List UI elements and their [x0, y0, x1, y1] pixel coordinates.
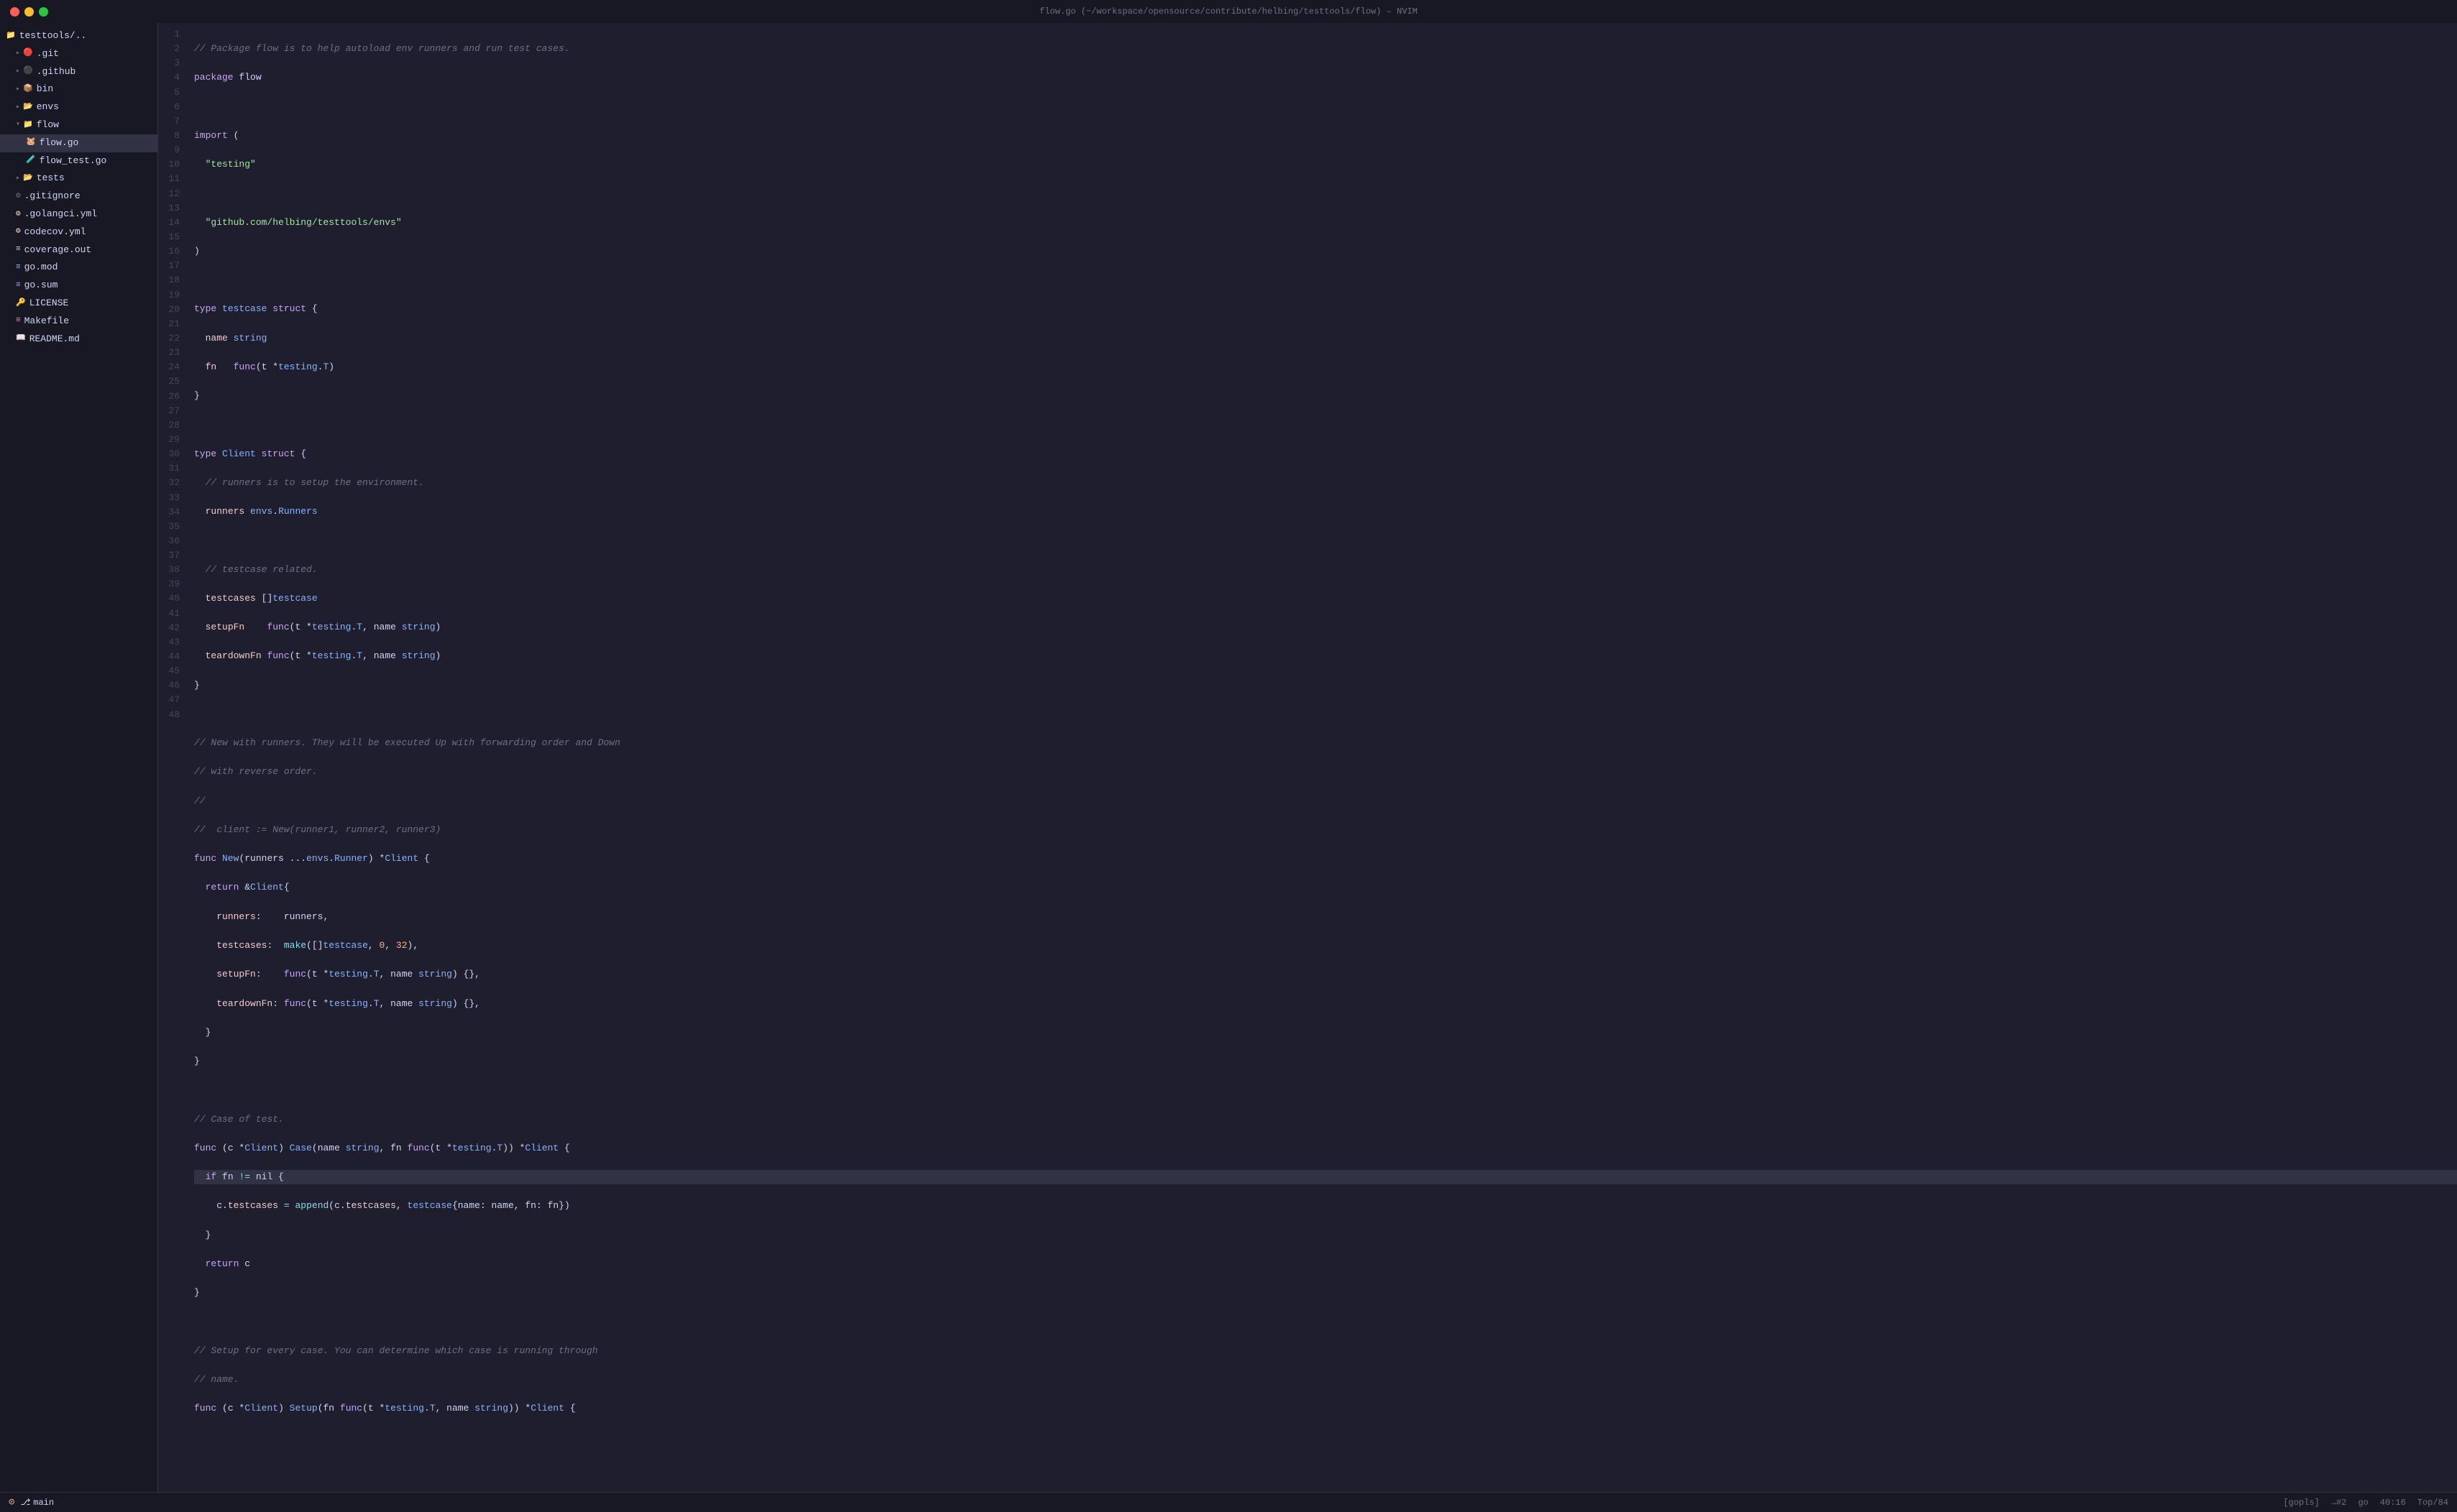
makefile-icon: ≡	[16, 315, 21, 328]
license-icon: 🔑	[16, 298, 26, 310]
sidebar-label-github: .github	[37, 65, 76, 80]
code-area[interactable]: 12345 678910 1112131415 1617181920 21222…	[158, 23, 2457, 1492]
main-area: 📁 testtools/.. ▸ 🔴 .git ▸ ⚫ .github ▸ 📦 …	[0, 23, 2457, 1492]
bin-icon: 📦	[23, 83, 33, 96]
sidebar-label-tests: tests	[37, 171, 65, 186]
folder-open-icon: 📁	[6, 30, 16, 43]
github-icon: ⚫	[23, 65, 33, 78]
code-content: // Package flow is to help autoload env …	[188, 23, 2457, 1492]
sidebar-item-tests[interactable]: ▸ 📂 tests	[0, 170, 157, 188]
camera-icon: ⊙	[9, 1496, 14, 1508]
gitignore-icon: ⚙	[16, 190, 21, 203]
file-tree: 📁 testtools/.. ▸ 🔴 .git ▸ ⚫ .github ▸ 📦 …	[0, 23, 158, 1492]
go-label: go	[2358, 1498, 2368, 1508]
sidebar-root-label: testtools/..	[19, 29, 87, 44]
git-icon: 🔴	[23, 47, 33, 60]
sidebar-item-root[interactable]: 📁 testtools/..	[0, 27, 157, 45]
gomod-icon: ≡	[16, 262, 21, 275]
sidebar-label-codecov: codecov.yml	[24, 225, 86, 240]
sidebar-item-codecov[interactable]: ⚙ codecov.yml	[0, 223, 157, 241]
branch-name: main	[33, 1498, 54, 1508]
sidebar-item-coverage[interactable]: ≡ coverage.out	[0, 241, 157, 259]
sidebar-label-flow-test-go: flow_test.go	[40, 154, 107, 169]
sidebar-label-license: LICENSE	[29, 296, 69, 311]
line-numbers: 12345 678910 1112131415 1617181920 21222…	[158, 23, 188, 1492]
sidebar-label-flow-go: flow.go	[40, 136, 79, 151]
chevron-down-icon: ▾	[16, 119, 20, 131]
sidebar-item-readme[interactable]: 📖 README.md	[0, 331, 157, 349]
flow-dir-icon: 📁	[23, 119, 33, 132]
sidebar-item-flow-test-go[interactable]: 🧪 flow_test.go	[0, 152, 157, 170]
sidebar-label-git: .git	[37, 47, 59, 62]
status-left: ⊙ ⎇ main	[9, 1496, 54, 1508]
sidebar-item-gomod[interactable]: ≡ go.mod	[0, 259, 157, 277]
sidebar-item-envs[interactable]: ▸ 📂 envs	[0, 98, 157, 116]
scroll-position: Top/84	[2417, 1498, 2448, 1508]
cursor-position: 40:16	[2380, 1498, 2406, 1508]
sidebar-item-makefile[interactable]: ≡ Makefile	[0, 313, 157, 331]
statusbar: ⊙ ⎇ main [gopls] →#2 go 40:16 Top/84	[0, 1492, 2457, 1512]
env-icon: 📂	[23, 101, 33, 114]
go-file-icon: 🐹	[26, 137, 36, 149]
chevron-right-icon: ▸	[16, 66, 20, 78]
chevron-right-icon: ▸	[16, 48, 20, 60]
status-right: [gopls] →#2 go 40:16 Top/84	[2283, 1498, 2448, 1508]
sidebar-label-envs: envs	[37, 100, 59, 115]
traffic-lights	[10, 7, 48, 17]
sidebar-label-gosum: go.sum	[24, 278, 58, 293]
window-title: flow.go (~/workspace/opensource/contribu…	[1039, 6, 1418, 17]
gosum-icon: ≡	[16, 280, 21, 292]
sidebar-item-golangci[interactable]: ⚙ .golangci.yml	[0, 206, 157, 223]
maximize-button[interactable]	[39, 7, 48, 17]
yaml-icon: ⚙	[16, 208, 21, 221]
close-button[interactable]	[10, 7, 19, 17]
git-branch: ⎇ main	[20, 1497, 54, 1508]
branch-icon: ⎇	[20, 1497, 30, 1508]
titlebar: flow.go (~/workspace/opensource/contribu…	[0, 0, 2457, 23]
sidebar-item-flow-go[interactable]: 🐹 flow.go	[0, 134, 157, 152]
sidebar-label-gomod: go.mod	[24, 260, 58, 275]
sidebar-item-gitignore[interactable]: ⚙ .gitignore	[0, 188, 157, 206]
code-editor: 12345 678910 1112131415 1617181920 21222…	[158, 23, 2457, 1492]
sidebar-label-golangci: .golangci.yml	[24, 207, 97, 222]
sidebar-item-bin[interactable]: ▸ 📦 bin	[0, 80, 157, 98]
chevron-right-icon: ▸	[16, 102, 20, 114]
minimize-button[interactable]	[24, 7, 34, 17]
sidebar-label-flow: flow	[37, 118, 59, 133]
chevron-right-icon: ▸	[16, 84, 20, 96]
sidebar-item-flow[interactable]: ▾ 📁 flow	[0, 116, 157, 134]
go-test-icon: 🧪	[26, 155, 36, 167]
sidebar-label-coverage: coverage.out	[24, 243, 92, 258]
sidebar-item-license[interactable]: 🔑 LICENSE	[0, 295, 157, 313]
sidebar-label-makefile: Makefile	[24, 314, 69, 329]
sidebar-label-readme: README.md	[29, 332, 80, 347]
sidebar-label-bin: bin	[37, 82, 53, 97]
info-label: →#2	[2331, 1498, 2347, 1508]
chevron-right-icon: ▸	[16, 173, 20, 185]
sidebar-label-gitignore: .gitignore	[24, 189, 81, 204]
readme-icon: 📖	[16, 333, 26, 346]
sidebar-item-gosum[interactable]: ≡ go.sum	[0, 277, 157, 295]
lsp-label: [gopls]	[2283, 1498, 2319, 1508]
tests-icon: 📂	[23, 172, 33, 185]
sidebar-item-git[interactable]: ▸ 🔴 .git	[0, 45, 157, 63]
codecov-icon: ⚙	[16, 226, 21, 239]
sidebar-item-github[interactable]: ▸ ⚫ .github	[0, 63, 157, 81]
coverage-icon: ≡	[16, 244, 21, 257]
